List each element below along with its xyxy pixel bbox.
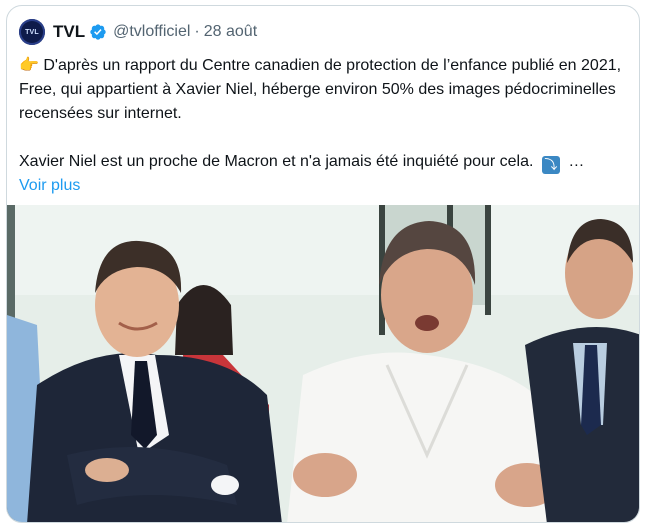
paragraph-1: 👉 D'après un rapport du Centre canadien …: [19, 53, 631, 126]
tweet-text: 👉 D'après un rapport du Centre canadien …: [19, 53, 631, 198]
author-handle[interactable]: @tvlofficiel: [113, 23, 190, 41]
photo-illustration: [7, 205, 639, 522]
paragraph-2-text: Xavier Niel est un proche de Macron et n…: [19, 153, 534, 170]
separator-dot: ·: [194, 23, 200, 40]
tweet-header: TVL TVL @tvlofficiel · 28 août: [19, 17, 257, 47]
arrow-curving-down-icon: ⤵: [541, 156, 560, 174]
author-name[interactable]: TVL: [53, 22, 85, 42]
avatar[interactable]: TVL: [19, 19, 45, 45]
ellipsis: …: [568, 153, 585, 170]
tweet-photo[interactable]: [7, 205, 639, 522]
paragraph-2: Xavier Niel est un proche de Macron et n…: [19, 150, 631, 174]
tweet-card[interactable]: TVL TVL @tvlofficiel · 28 août 👉 D'après…: [6, 5, 640, 523]
verified-badge-icon: [90, 24, 106, 40]
tweet-date[interactable]: 28 août: [204, 23, 257, 41]
paragraph-1-text: D'après un rapport du Centre canadien de…: [19, 57, 622, 122]
show-more-link[interactable]: Voir plus: [19, 177, 80, 194]
pointing-right-icon: 👉: [19, 55, 39, 74]
avatar-logo: TVL: [25, 28, 39, 36]
